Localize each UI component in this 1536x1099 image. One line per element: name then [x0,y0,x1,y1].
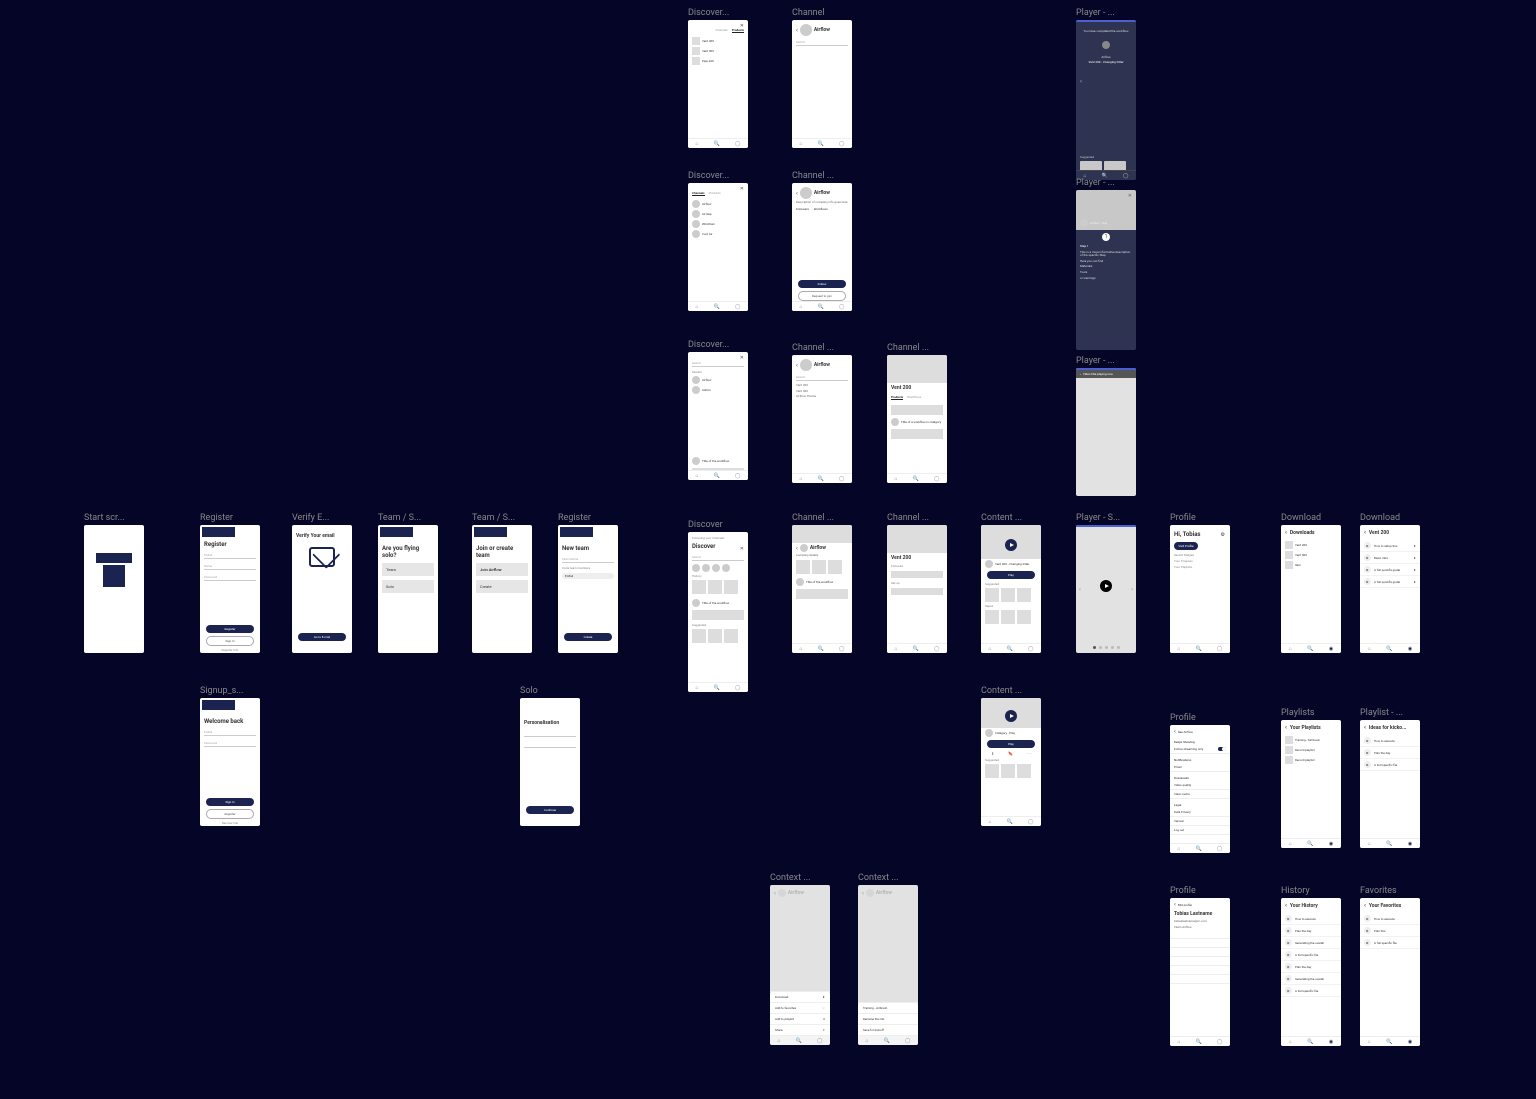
frame-favorites[interactable]: Favorites ‹Your Favorites ▸How to execut… [1360,898,1420,1046]
figma-canvas[interactable]: Start scr... Register Register E-Mail Na… [0,0,1536,1099]
heart-icon: ♡ [822,1006,825,1010]
download-icon: ⬇ [991,751,994,756]
frame-discover-home[interactable]: Discover Following your Channels Discove… [688,532,748,692]
frame-discover-channels[interactable]: Discover... ✕ ChannelsProducts Airflow A… [688,183,748,311]
profile-icon: ◯ [735,141,741,147]
frame-channel-1[interactable]: Channel ‹Airflow Search ⌂🔍◯ [792,20,852,148]
frame-register[interactable]: Register Register E-Mail Name Password R… [200,525,260,653]
frame-profile-user[interactable]: Profile ‹Edit profile Tobias Lastname to… [1170,898,1230,1046]
close-icon[interactable]: ✕ [740,186,744,192]
close-icon[interactable]: ✕ [740,355,744,361]
more-icon: ⋯ [1027,751,1031,756]
envelope-icon [309,547,335,567]
frame-content-2[interactable]: Content ... Category · Play Play ⬇🔖⋯ Sug… [981,698,1041,826]
playlist-icon: ≡ [823,1017,825,1021]
frame-join-create[interactable]: Team / S... Join or create team Join Air… [472,525,532,653]
frame-context-2[interactable]: Context ... ‹Airflow Training - Airbrush… [858,885,918,1045]
gear-icon[interactable]: ⚙ [1221,532,1225,538]
frame-channel-4[interactable]: Channel ... ‹Airflow Company details Tit… [792,525,852,653]
frame-context-1[interactable]: Context ... ‹Airflow Download⬇ Add to fa… [770,885,830,1045]
download-icon: ⬇ [822,995,825,999]
bookmark-icon: 🔖 [1008,751,1013,756]
frame-solo-pers[interactable]: Solo Personalisation Continue [520,698,580,826]
frame-profile-settings[interactable]: Profile ‹See Airflow Keeps Showing Follo… [1170,725,1230,853]
frame-start[interactable]: Start scr... [84,525,144,653]
frame-team-solo-q[interactable]: Team / S... Are you flying solo? Team So… [378,525,438,653]
frame-history[interactable]: History ‹Your History ▸How to execute ▸P… [1281,898,1341,1046]
frame-player-step[interactable]: Player - ... ✕ Airflow · Play 1 Step 1 T… [1076,190,1136,350]
frame-player-video[interactable]: Player - ... ‹Video title playing now [1076,368,1136,496]
frame-discover-results[interactable]: Discover... ✕ Search Results Airflow Adm… [688,352,748,480]
frame-channel-3[interactable]: Channel ... ‹Airflow Search Vent 200 Ven… [792,355,852,483]
frame-downloads[interactable]: Download ‹Downloads Vent 200 Vent 300 It… [1281,525,1341,653]
toggle[interactable] [1218,747,1226,751]
frame-playlist-detail[interactable]: Playlist - ... ‹Ideas for kicko... ▸How … [1360,720,1420,848]
frame-product-2[interactable]: Channel ... Vent 200 Followed Set-up ⌂🔍◯ [887,525,947,653]
close-icon[interactable]: ✕ [740,23,744,29]
frame-discover-products[interactable]: Discover... ✕ ChannelsProducts Vent 200 … [688,20,748,148]
frame-download-detail[interactable]: Download ‹Vent 200 ▸How to setup this⬇ ▸… [1360,525,1420,653]
share-icon: ⇪ [822,1028,825,1032]
frame-product-1[interactable]: Channel ... Vent 200 ProductsWorkflows T… [887,355,947,483]
frame-player-done[interactable]: Player - ... You have completed the work… [1076,20,1136,180]
home-icon: ⌂ [696,141,699,147]
frame-new-team[interactable]: Register New team Team Name Invite team … [558,525,618,653]
close-icon[interactable]: ✕ [740,546,744,552]
frame-content-1[interactable]: Content ... Vent 200 - Changing Filter P… [981,525,1041,653]
frame-signin[interactable]: Signup_s... Welcome back E-Mail Password… [200,698,260,826]
frame-player-s[interactable]: Player - S... ‹ › [1076,525,1136,653]
frame-verify[interactable]: Verify E... Verify Your email Go to E-ma… [292,525,352,653]
close-icon[interactable]: ✕ [1128,193,1132,199]
frame-playlists[interactable]: Playlists ‹Your Playlists Training - Sim… [1281,720,1341,848]
download-icon: ⬇ [1413,544,1416,548]
step-indicator: 1 [1102,233,1110,241]
play-icon[interactable]: ▸ [1364,542,1371,549]
frame-profile-1[interactable]: Profile Hi, Tobias ⚙ Visit Profile Recen… [1170,525,1230,653]
search-icon: 🔍 [714,141,720,147]
frame-channel-2[interactable]: Channel ... ‹Airflow Description of comp… [792,183,852,311]
